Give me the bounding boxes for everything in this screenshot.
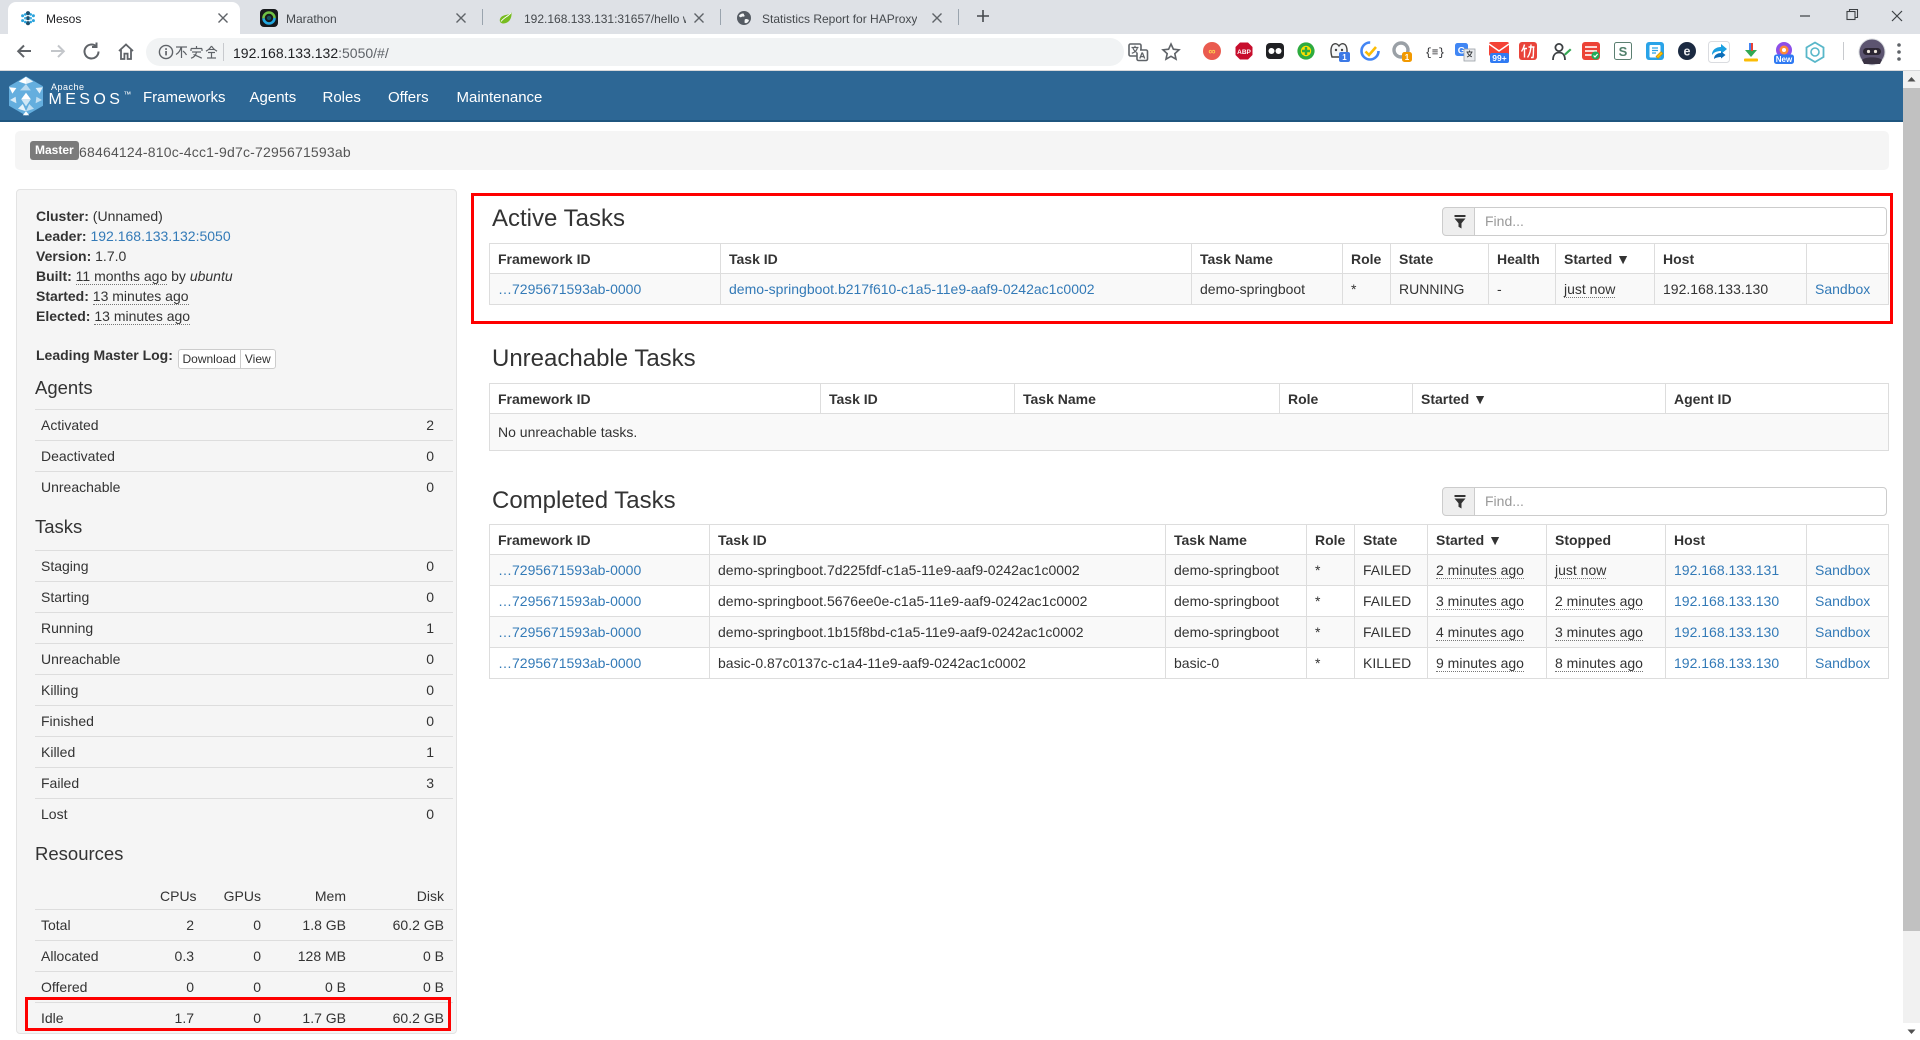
svg-text:99+: 99+ [1492, 53, 1506, 63]
svg-text:{≡}: {≡} [1425, 48, 1445, 60]
svg-text:New: New [1776, 55, 1793, 64]
svg-text:e: e [1684, 45, 1691, 59]
svg-text:ABP: ABP [1237, 49, 1251, 56]
svg-text:1: 1 [1342, 53, 1347, 62]
svg-text:∞: ∞ [1208, 47, 1215, 58]
svg-text:S: S [1619, 44, 1628, 59]
svg-text:1: 1 [1405, 53, 1410, 62]
